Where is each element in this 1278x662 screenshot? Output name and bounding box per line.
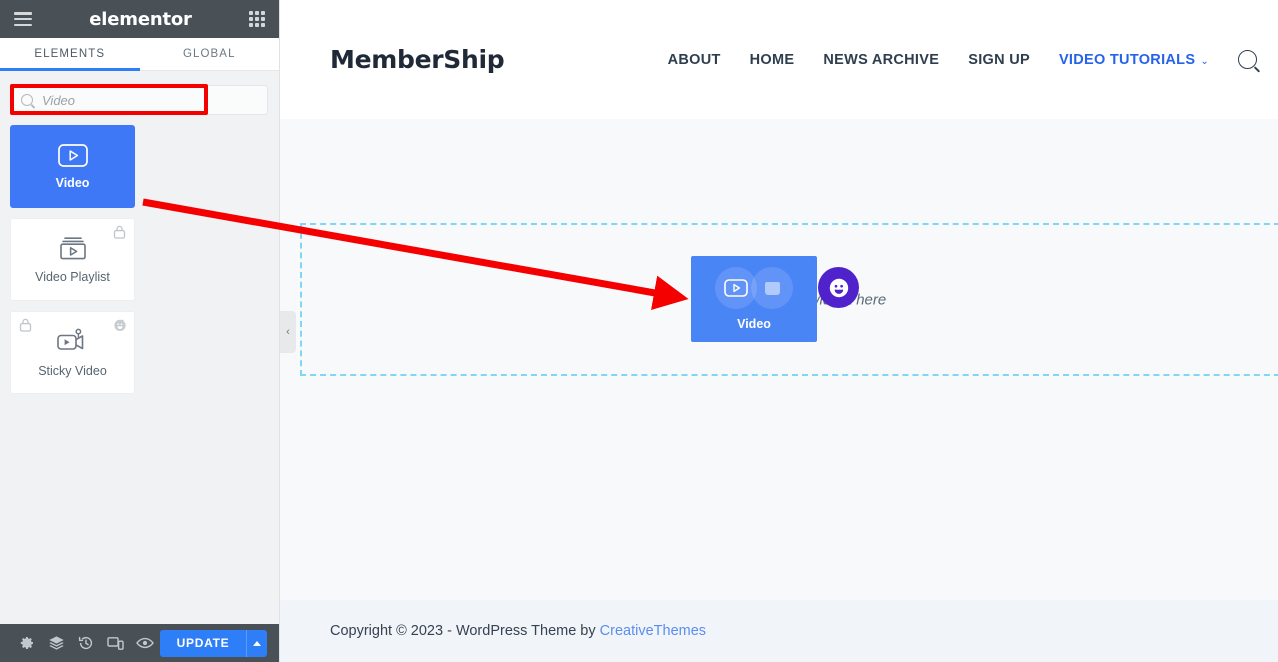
search-input[interactable] <box>42 92 257 108</box>
sticky-video-icon <box>56 328 89 355</box>
search-icon[interactable] <box>1238 50 1257 69</box>
drag-ghost-icons <box>715 267 793 309</box>
widget-card-video-label: Video <box>55 175 90 190</box>
elementor-logo: elementor <box>89 8 192 30</box>
widget-card-sticky-video[interactable]: Sticky Video <box>10 311 135 394</box>
lock-icon <box>19 318 32 332</box>
drag-ghost-placeholder-icon <box>751 267 793 309</box>
elementor-face-badge-icon <box>818 267 859 308</box>
widget-card-sticky-video-label: Sticky Video <box>38 363 107 378</box>
panel-collapse-handle[interactable]: ‹ <box>280 311 296 353</box>
nav-item-video-tutorials-label: VIDEO TUTORIALS <box>1058 51 1196 68</box>
tab-global[interactable]: GLOBAL <box>139 38 279 70</box>
panel-footer: UPDATE <box>0 624 279 662</box>
drag-ghost-label: Video <box>737 317 771 331</box>
search-box[interactable] <box>10 85 268 115</box>
responsive-mode-icon[interactable] <box>101 624 131 662</box>
grid-apps-icon[interactable] <box>248 11 265 27</box>
footer-link-creativethemes[interactable]: CreativeThemes <box>600 623 706 639</box>
site-nav: ABOUT HOME NEWS ARCHIVE SIGN UP VIDEO TU… <box>668 50 1278 69</box>
nav-item-home[interactable]: HOME <box>750 52 795 68</box>
widget-card-video[interactable]: Video <box>10 125 135 208</box>
footer-copyright: Copyright © 2023 - WordPress Theme by Cr… <box>330 623 706 639</box>
search-icon <box>21 94 33 106</box>
site-footer: Copyright © 2023 - WordPress Theme by Cr… <box>280 600 1278 662</box>
hamburger-icon[interactable] <box>14 12 32 26</box>
video-playlist-icon <box>58 236 88 261</box>
navigator-layers-icon[interactable] <box>42 624 72 662</box>
widget-list: Video Video Playlist Sticky Video <box>0 125 279 624</box>
tab-elements[interactable]: ELEMENTS <box>0 38 140 71</box>
widget-grid-spacer <box>10 404 135 487</box>
widget-card-video-playlist[interactable]: Video Playlist <box>10 218 135 301</box>
chevron-left-icon: ‹ <box>286 325 290 338</box>
site-logo[interactable]: MemberShip <box>330 45 505 74</box>
history-icon[interactable] <box>71 624 101 662</box>
elementor-pro-face-icon <box>113 318 126 332</box>
search-area <box>0 71 279 125</box>
widget-panel: elementor ELEMENTS GLOBAL Video Video Vi… <box>0 0 280 662</box>
nav-item-video-tutorials[interactable]: VIDEO TUTORIALS ⌄ <box>1059 52 1209 68</box>
nav-item-news-archive[interactable]: NEWS ARCHIVE <box>823 52 939 68</box>
section-area: Drag widget here <box>280 119 1278 600</box>
update-button[interactable]: UPDATE <box>159 629 247 657</box>
footer-copyright-text: Copyright © 2023 - WordPress Theme by <box>330 623 600 639</box>
drag-ghost-video-widget[interactable]: Video <box>691 256 817 342</box>
panel-header: elementor <box>0 0 279 38</box>
chevron-up-icon[interactable] <box>246 629 267 657</box>
chevron-down-icon: ⌄ <box>1200 55 1209 67</box>
site-header: MemberShip ABOUT HOME NEWS ARCHIVE SIGN … <box>280 0 1278 119</box>
preview-eye-icon[interactable] <box>130 624 160 662</box>
video-play-icon <box>57 143 88 167</box>
elementor-editor: MemberShip ABOUT HOME NEWS ARCHIVE SIGN … <box>0 0 1278 662</box>
nav-item-about[interactable]: ABOUT <box>668 52 721 68</box>
settings-gear-icon[interactable] <box>12 624 42 662</box>
nav-item-sign-up[interactable]: SIGN UP <box>968 52 1030 68</box>
lock-icon <box>113 225 126 239</box>
panel-tabs: ELEMENTS GLOBAL <box>0 38 279 71</box>
widget-card-video-playlist-label: Video Playlist <box>35 269 110 284</box>
